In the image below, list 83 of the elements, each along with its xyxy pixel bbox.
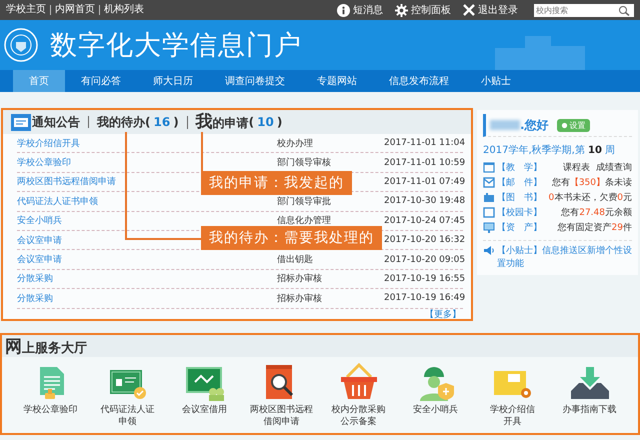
section-heading: 网上服务大厅 [5, 336, 87, 358]
annotation-callout: 我的待办：需要我处理的 [201, 226, 382, 250]
status-text: 招标办审核 [277, 274, 322, 284]
info-value: 0本书未还，欠费0元 [548, 192, 632, 204]
top-action-link[interactable]: 短消息 [337, 3, 383, 17]
date-text: 2017-10-24 07:45 [384, 216, 466, 226]
top-link[interactable]: 机构列表 [99, 5, 148, 15]
application-link[interactable]: 代码证法人证书申领 [17, 196, 98, 207]
tip-text: 【小贴士】信息推送区新增个性设置功能 [497, 245, 632, 271]
top-action-link[interactable]: 控制面板 [395, 3, 451, 17]
top-link[interactable]: 学校主页 [6, 5, 50, 15]
date-text: 2017-11-01 10:59 [384, 158, 466, 168]
search-box[interactable]: 校内搜索 [534, 4, 634, 16]
term-text: 2017学年,秋季学期,第 10 周 [483, 144, 616, 157]
date-text: 2017-11-01 11:04 [384, 138, 466, 148]
service-link[interactable]: 代码证法人证 申领 [100, 404, 154, 428]
annotation-callout: 我的申请：我发起的 [201, 170, 352, 195]
application-link[interactable]: 会议室申请 [17, 255, 62, 266]
service-link[interactable]: 两校区图书远程 借阅申请 [250, 404, 313, 428]
card-icon [483, 207, 495, 218]
nav-item[interactable]: 小贴士 [465, 70, 527, 92]
window-icon [483, 162, 495, 173]
date-text: 2017-10-19 16:49 [384, 293, 466, 304]
settings-icon [560, 122, 568, 128]
status-text: 校办办理 [277, 138, 313, 149]
seal-logo-icon [4, 28, 38, 62]
service-link[interactable]: 学校公章验印 [24, 404, 78, 416]
application-link[interactable]: 学校介绍信开具 [17, 138, 80, 149]
chalkboard-icon [184, 365, 224, 401]
close-icon [463, 4, 475, 16]
service-link[interactable]: 会议室借用 [182, 404, 227, 416]
search-icon[interactable] [618, 4, 630, 16]
more-link[interactable]: 【更多】 [425, 310, 461, 320]
status-text: 部门领导审核 [277, 158, 331, 168]
service-link[interactable]: 安全小哨兵 [413, 404, 458, 416]
portal-title: 数字化大学信息门户 [50, 29, 302, 63]
speaker-icon [483, 245, 495, 256]
application-link[interactable]: 分散采购 [17, 294, 53, 304]
date-text: 2017-10-30 19:48 [384, 196, 466, 206]
panel-tab[interactable]: 我的待办( 16 ) [88, 116, 187, 128]
status-text: 借出钥匙 [277, 255, 313, 266]
info-label: 【邮 件】 [497, 176, 542, 189]
service-link[interactable]: 校内分散采购 公示备案 [332, 404, 386, 428]
greeting-text: .您好 [520, 116, 549, 134]
info-link[interactable]: 成绩查询 [596, 161, 632, 174]
books-icon [483, 192, 495, 203]
info-label: 【校园卡】 [497, 206, 542, 219]
info-label: 【资 产】 [497, 222, 542, 234]
info-value: 您有27.48元余额 [561, 206, 632, 219]
status-text: 信息化办管理 [277, 216, 331, 226]
nav-item[interactable]: 有问必答 [65, 70, 137, 92]
application-link[interactable]: 安全小哨兵 [17, 216, 62, 226]
blurred-name [490, 120, 520, 130]
date-text: 2017-10-20 09:05 [384, 254, 466, 265]
status-text: 招标办审核 [277, 294, 322, 304]
info-value: 您有固定资产29件 [558, 222, 632, 234]
date-text: 2017-11-01 07:49 [384, 176, 466, 187]
mail-icon [483, 177, 495, 188]
info-value: 您有【350】条未读 [552, 176, 632, 189]
basket-icon [338, 363, 378, 401]
panel-tab[interactable]: 通知公告 [11, 114, 88, 130]
nav-item[interactable]: 师大日历 [137, 70, 209, 92]
download-tray-icon [568, 365, 610, 401]
application-link[interactable]: 学校公章验印 [17, 158, 71, 168]
nav-item[interactable]: 调查问卷提交 [209, 70, 301, 92]
top-action-link[interactable]: 退出登录 [463, 3, 518, 17]
settings-icon [395, 4, 408, 16]
status-text: 部门领导审批 [277, 196, 331, 207]
application-link[interactable]: 会议室申请 [17, 236, 62, 246]
info-icon [337, 4, 350, 16]
monitor-icon [483, 222, 495, 233]
date-text: 2017-10-20 16:32 [384, 235, 466, 246]
service-link[interactable]: 学校介绍信 开具 [490, 404, 535, 428]
info-label: 【教 学】 [497, 162, 542, 174]
top-link[interactable]: 内网首页 [50, 5, 99, 15]
nav-item[interactable]: 专题网站 [301, 70, 373, 92]
application-link[interactable]: 两校区图书远程借阅申请 [17, 177, 116, 188]
info-link[interactable]: 课程表 [563, 161, 590, 174]
application-link[interactable]: 分散采购 [17, 274, 53, 284]
service-link[interactable]: 办事指南下载 [562, 404, 616, 416]
nav-item[interactable]: 信息发布流程 [373, 70, 465, 92]
date-text: 2017-10-19 16:55 [384, 274, 466, 284]
info-label: 【图 书】 [497, 192, 542, 204]
